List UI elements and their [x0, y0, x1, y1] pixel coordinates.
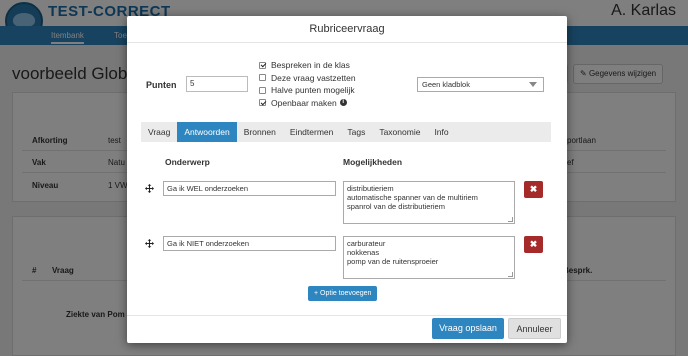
- info-icon[interactable]: i: [339, 99, 347, 107]
- tab-vraag[interactable]: Vraag: [141, 122, 177, 142]
- tab-bronnen[interactable]: Bronnen: [237, 122, 283, 142]
- checkbox-bespreken[interactable]: Bespreken in de klas: [259, 59, 356, 72]
- chevron-down-icon: [529, 82, 537, 87]
- modal-footer-divider: [127, 315, 567, 316]
- checkbox-vastzetten[interactable]: Deze vraag vastzetten: [259, 72, 356, 85]
- checkbox-icon[interactable]: [259, 99, 266, 107]
- drag-handle-icon[interactable]: [145, 184, 154, 193]
- checkbox-icon[interactable]: [259, 74, 266, 82]
- rubriceervraag-modal: Rubriceervraag Punten 5 Bespreken in de …: [127, 16, 567, 343]
- resize-grip-icon[interactable]: [508, 217, 513, 222]
- tab-antwoorden[interactable]: Antwoorden: [177, 122, 237, 142]
- checkbox-halve-punten[interactable]: Halve punten mogelijk: [259, 84, 356, 97]
- checkbox-icon[interactable]: [259, 86, 266, 94]
- resize-grip-icon[interactable]: [508, 272, 513, 277]
- cancel-button[interactable]: Annuleer: [508, 318, 561, 339]
- tab-taxonomie[interactable]: Taxonomie: [372, 122, 427, 142]
- mogelijkheden-textarea[interactable]: distributieriem automatische spanner van…: [343, 181, 515, 224]
- add-option-button[interactable]: + Optie toevoegen: [308, 286, 378, 301]
- punten-label: Punten: [146, 80, 177, 90]
- mogelijkheden-textarea[interactable]: carburateur nokkenas pomp van de ruitens…: [343, 236, 515, 279]
- delete-row-button[interactable]: ✖: [524, 181, 543, 198]
- drag-handle-icon[interactable]: [145, 239, 154, 248]
- onderwerp-input[interactable]: Ga ik WEL onderzoeken: [163, 181, 336, 196]
- checkbox-icon[interactable]: [259, 61, 266, 69]
- onderwerp-input[interactable]: Ga ik NIET onderzoeken: [163, 236, 336, 251]
- column-header-onderwerp: Onderwerp: [165, 157, 210, 167]
- checkbox-openbaar[interactable]: Openbaar maken i: [259, 97, 356, 110]
- column-header-mogelijkheden: Mogelijkheden: [343, 157, 403, 167]
- modal-title: Rubriceervraag: [127, 16, 567, 43]
- delete-row-button[interactable]: ✖: [524, 236, 543, 253]
- options-checklist: Bespreken in de klas Deze vraag vastzett…: [259, 59, 356, 109]
- save-question-button[interactable]: Vraag opslaan: [432, 318, 504, 339]
- tab-eindtermen[interactable]: Eindtermen: [283, 122, 340, 142]
- tab-info[interactable]: Info: [427, 122, 455, 142]
- punten-input[interactable]: 5: [186, 76, 248, 92]
- modal-tabs: Vraag Antwoorden Bronnen Eindtermen Tags…: [141, 122, 551, 142]
- tab-tags[interactable]: Tags: [340, 122, 372, 142]
- kladblok-select[interactable]: Geen kladblok: [417, 77, 544, 92]
